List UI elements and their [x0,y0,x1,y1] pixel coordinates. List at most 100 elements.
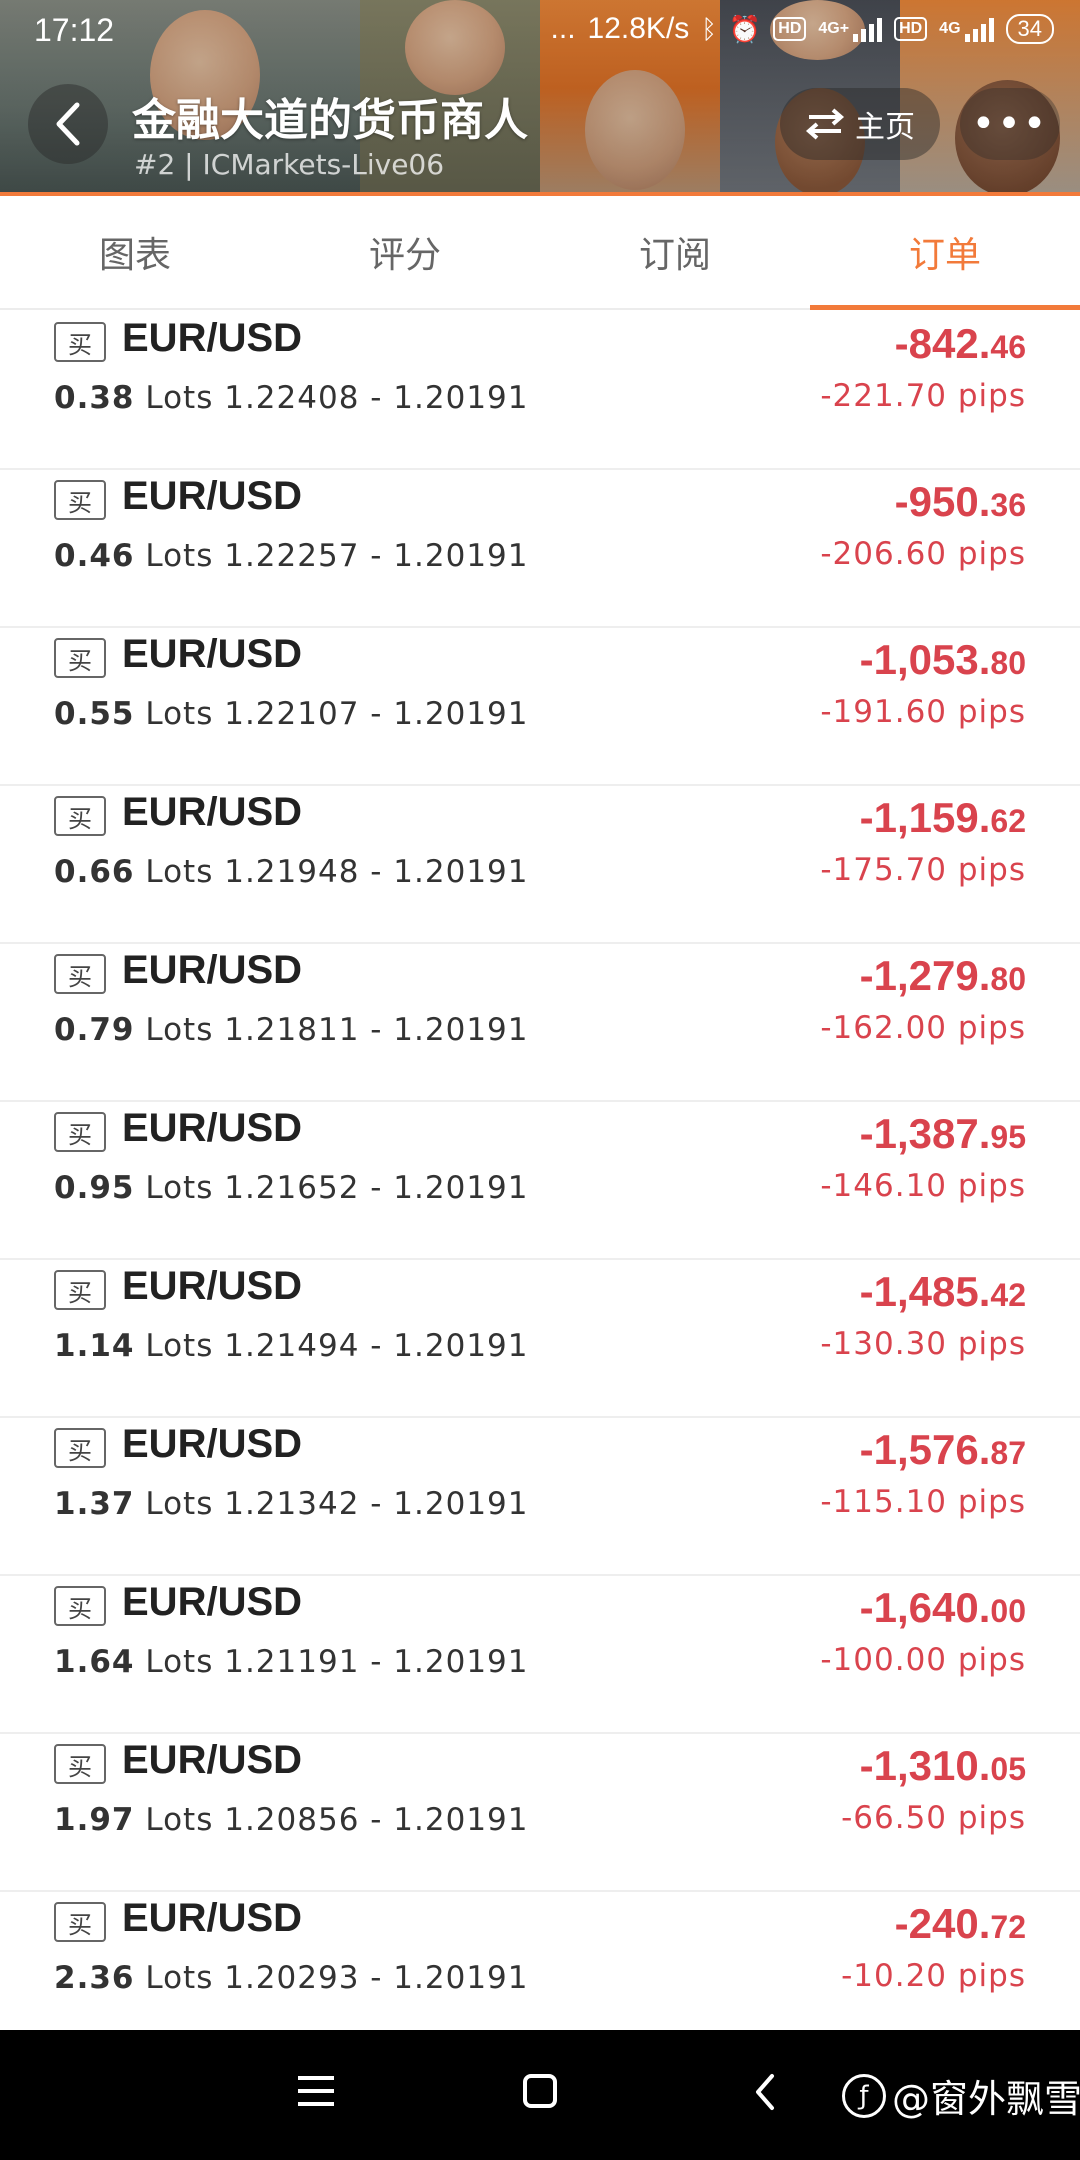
order-details: 2.36 Lots 1.20293 - 1.20191 [54,1960,529,1996]
watermark: ƒ @窗外飘雪 [842,2068,1080,2123]
side-badge: 买 [54,1586,106,1626]
profit-decimal: 80 [990,645,1026,681]
order-profit: -1,279.80 [860,952,1026,1000]
back-icon [56,102,80,146]
net-speed: 12.8K/s [587,12,690,45]
order-row[interactable]: 买 EUR/USD 1.97 Lots 1.20856 - 1.20191 -1… [0,1734,1080,1892]
side-badge: 买 [54,1902,106,1942]
lots-unit: Lots [145,1328,214,1364]
lots-unit: Lots [145,538,214,574]
order-pips: -191.60 pips [820,694,1026,730]
lots-unit: Lots [145,696,214,732]
order-pips: -162.00 pips [820,1010,1026,1046]
network-type: 4G+ [818,20,850,37]
order-pips: -66.50 pips [841,1800,1026,1836]
watermark-text: @窗外飘雪 [892,2077,1080,2121]
order-lots: 1.14 [54,1328,135,1364]
profit-integer: -1,310. [859,1742,991,1789]
back-button[interactable] [28,84,108,164]
side-badge: 买 [54,322,106,362]
menu-icon[interactable] [298,2076,334,2108]
orders-list[interactable]: 买 EUR/USD 0.38 Lots 1.22408 - 1.20191 -8… [0,312,1080,2030]
order-symbol: EUR/USD [122,1422,303,1466]
order-symbol: EUR/USD [122,948,303,992]
profit-decimal: 36 [990,487,1026,523]
price-range: 1.22408 - 1.20191 [224,380,529,416]
order-row[interactable]: 买 EUR/USD 0.66 Lots 1.21948 - 1.20191 -1… [0,786,1080,944]
profit-integer: -1,159. [859,794,991,841]
order-row[interactable]: 买 EUR/USD 0.55 Lots 1.22107 - 1.20191 -1… [0,628,1080,786]
order-lots: 1.64 [54,1644,135,1680]
profit-decimal: 95 [990,1119,1026,1155]
profit-decimal: 72 [990,1909,1026,1945]
order-symbol: EUR/USD [122,632,303,676]
profit-decimal: 80 [990,961,1026,997]
side-badge: 买 [54,638,106,678]
profit-integer: -1,279. [859,952,991,999]
side-badge: 买 [54,1744,106,1784]
order-pips: -10.20 pips [841,1958,1026,1994]
more-button[interactable]: ••• [960,88,1060,160]
order-lots: 2.36 [54,1960,135,1996]
order-profit: -1,576.87 [860,1426,1026,1474]
side-badge: 买 [54,1428,106,1468]
order-details: 0.46 Lots 1.22257 - 1.20191 [54,538,529,574]
order-details: 0.66 Lots 1.21948 - 1.20191 [54,854,529,890]
order-details: 0.38 Lots 1.22408 - 1.20191 [54,380,529,416]
home-icon[interactable] [523,2074,557,2108]
order-pips: -175.70 pips [820,852,1026,888]
tab-rating[interactable]: 评分 [270,196,540,308]
profit-integer: -950. [894,478,991,525]
status-dots: ... [550,12,576,45]
profit-integer: -1,053. [859,636,991,683]
order-details: 0.95 Lots 1.21652 - 1.20191 [54,1170,529,1206]
price-range: 1.21948 - 1.20191 [224,854,529,890]
profit-integer: -1,640. [859,1584,991,1631]
lots-unit: Lots [145,380,214,416]
side-badge: 买 [54,796,106,836]
profit-decimal: 46 [990,329,1026,365]
order-profit: -240.72 [895,1900,1026,1948]
profit-decimal: 00 [990,1593,1026,1629]
order-pips: -221.70 pips [820,378,1026,414]
tab-subscribe[interactable]: 订阅 [540,196,810,308]
tab-bar: 图表 评分 订阅 订单 [0,196,1080,310]
order-row[interactable]: 买 EUR/USD 1.64 Lots 1.21191 - 1.20191 -1… [0,1576,1080,1734]
status-bar: 17:12 ... 12.8K/s ᛒ ⏰ HD 4G+ HD 4G 34 [0,0,1080,64]
price-range: 1.22107 - 1.20191 [224,696,529,732]
signal-icon [964,16,994,42]
order-row[interactable]: 买 EUR/USD 0.95 Lots 1.21652 - 1.20191 -1… [0,1102,1080,1260]
order-lots: 0.38 [54,380,135,416]
order-lots: 0.46 [54,538,135,574]
price-range: 1.21191 - 1.20191 [224,1644,529,1680]
system-nav-bar: ƒ @窗外飘雪 [0,2030,1080,2160]
order-symbol: EUR/USD [122,474,303,518]
lots-unit: Lots [145,854,214,890]
order-row[interactable]: 买 EUR/USD 0.46 Lots 1.22257 - 1.20191 -9… [0,470,1080,628]
signal-icon [853,16,883,42]
order-row[interactable]: 买 EUR/USD 1.14 Lots 1.21494 - 1.20191 -1… [0,1260,1080,1418]
order-row[interactable]: 买 EUR/USD 0.79 Lots 1.21811 - 1.20191 -1… [0,944,1080,1102]
price-range: 1.22257 - 1.20191 [224,538,529,574]
order-symbol: EUR/USD [122,316,303,360]
trader-account: #2 | ICMarkets-Live06 [134,148,445,181]
order-details: 1.37 Lots 1.21342 - 1.20191 [54,1486,529,1522]
order-symbol: EUR/USD [122,1106,303,1150]
hd-badge: HD [773,17,807,41]
lots-unit: Lots [145,1644,214,1680]
nav-back-arrow [756,2074,774,2110]
price-range: 1.21494 - 1.20191 [224,1328,529,1364]
order-row[interactable]: 买 EUR/USD 2.36 Lots 1.20293 - 1.20191 -2… [0,1892,1080,2030]
order-details: 0.55 Lots 1.22107 - 1.20191 [54,696,529,732]
trader-name: 金融大道的货币商人 [132,95,528,146]
home-page-button[interactable]: 主页 [780,88,940,160]
order-symbol: EUR/USD [122,1580,303,1624]
tab-orders[interactable]: 订单 [810,196,1080,310]
order-pips: -100.00 pips [820,1642,1026,1678]
order-row[interactable]: 买 EUR/USD 1.37 Lots 1.21342 - 1.20191 -1… [0,1418,1080,1576]
nav-back-icon[interactable] [752,2070,778,2118]
order-row[interactable]: 买 EUR/USD 0.38 Lots 1.22408 - 1.20191 -8… [0,312,1080,470]
tab-chart[interactable]: 图表 [0,196,270,308]
profit-integer: -1,387. [859,1110,991,1157]
order-pips: -130.30 pips [820,1326,1026,1362]
